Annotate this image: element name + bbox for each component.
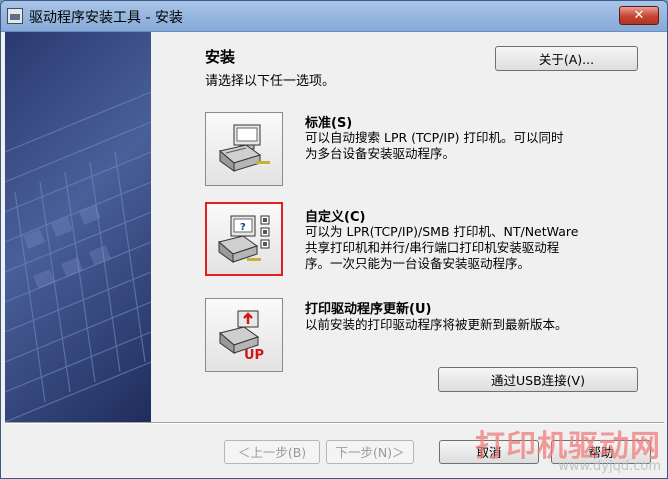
custom-option-description: 可以为 LPR(TCP/IP)/SMB 打印机、NT/NetWare 共享打印机… <box>305 224 579 271</box>
update-badge: UP <box>244 348 264 363</box>
next-button[interactable]: 下一步(N)＞ <box>326 440 414 464</box>
footer-divider <box>5 422 664 424</box>
usb-connection-button[interactable]: 通过USB连接(V) <box>438 367 638 392</box>
installer-window: 驱动程序安装工具 - 安装 ✕ 安装 请选择以下任一选项。 关于(A)... 标… <box>0 0 668 479</box>
about-button[interactable]: 关于(A)... <box>495 46 638 71</box>
app-icon <box>7 8 23 24</box>
keyboard-decoration-icon <box>5 91 151 422</box>
printer-custom-icon: ? <box>217 215 270 263</box>
dialog-client: 安装 请选择以下任一选项。 关于(A)... 标准(S) 可以自动搜索 LPR … <box>5 32 664 476</box>
printer-computer-icon <box>218 124 270 172</box>
standard-option-description: 可以自动搜索 LPR (TCP/IP) 打印机。可以同时 为多台设备安装驱动程序… <box>305 130 564 161</box>
close-button[interactable]: ✕ <box>619 6 659 25</box>
svg-text:?: ? <box>240 222 246 233</box>
page-subtitle: 请选择以下任一选项。 <box>205 74 336 89</box>
back-button[interactable]: ＜上一步(B) <box>224 440 320 464</box>
title-bar[interactable]: 驱动程序安装工具 - 安装 ✕ <box>1 1 667 32</box>
update-driver-button[interactable]: UP <box>205 298 283 372</box>
printer-update-icon: UP <box>218 310 264 363</box>
standard-option-title: 标准(S) <box>305 116 353 131</box>
standard-install-button[interactable] <box>205 112 283 186</box>
help-button[interactable]: 帮助 <box>551 440 651 464</box>
update-option-title: 打印驱动程序更新(U) <box>305 302 432 317</box>
main-content: 安装 请选择以下任一选项。 关于(A)... 标准(S) 可以自动搜索 LPR … <box>151 32 664 422</box>
update-option-description: 以前安装的打印驱动程序将被更新到最新版本。 <box>305 317 568 332</box>
close-icon: ✕ <box>633 8 645 23</box>
custom-install-button[interactable]: ? <box>205 202 283 276</box>
side-banner <box>5 32 151 422</box>
page-title: 安装 <box>205 48 236 66</box>
cancel-button[interactable]: 取消 <box>439 440 539 464</box>
window-title: 驱动程序安装工具 - 安装 <box>29 10 183 26</box>
custom-option-title: 自定义(C) <box>305 210 366 225</box>
